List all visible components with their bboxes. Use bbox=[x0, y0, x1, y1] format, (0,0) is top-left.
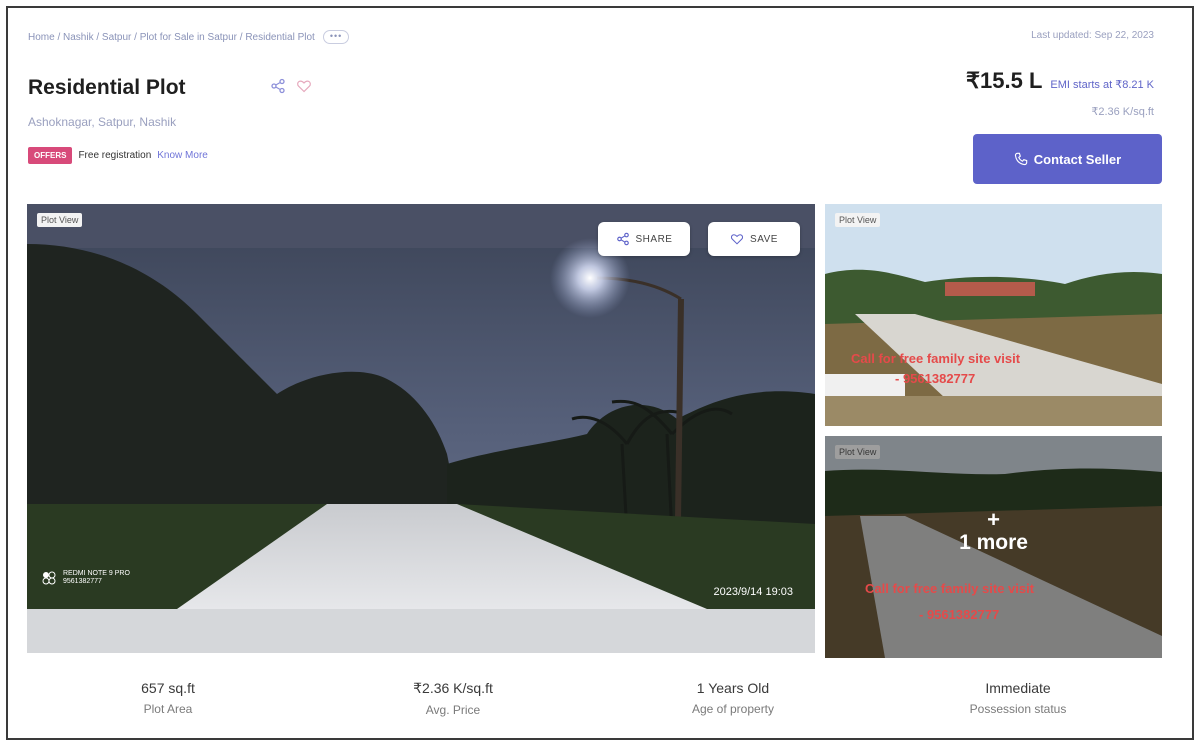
camera-watermark: REDMI NOTE 9 PRO 9561382777 bbox=[41, 570, 130, 586]
plot-view-tag: Plot View bbox=[835, 213, 881, 227]
more-plus: + bbox=[987, 507, 1000, 532]
stat-label: Plot Area bbox=[143, 702, 193, 716]
more-photos-count: 1 more bbox=[959, 531, 1028, 554]
title-actions bbox=[270, 78, 312, 94]
plot-view-tag: Plot View bbox=[37, 213, 83, 227]
promo-line-2: - 9561382777 bbox=[919, 607, 1000, 622]
locality: Ashoknagar, Satpur, Nashik bbox=[28, 115, 177, 129]
price: ₹15.5 L bbox=[966, 68, 1043, 93]
breadcrumb: Home / Nashik / Satpur / Plot for Sale i… bbox=[28, 30, 350, 44]
offer-text: Free registration bbox=[78, 150, 152, 161]
night-road-photo bbox=[27, 204, 815, 653]
share-button[interactable]: SHARE bbox=[598, 222, 690, 256]
stat-possession: Immediate Possession status bbox=[933, 680, 1103, 716]
promo-line-1: Call for free family site visit bbox=[865, 581, 1035, 596]
breadcrumb-path[interactable]: Home / Nashik / Satpur / Plot for Sale i… bbox=[28, 32, 315, 43]
stat-value: ₹2.36 K/sq.ft bbox=[413, 680, 493, 696]
phone-icon bbox=[1014, 152, 1028, 166]
share-label: SHARE bbox=[635, 233, 673, 245]
heart-icon bbox=[730, 234, 744, 245]
offers-badge: OFFERS bbox=[28, 147, 73, 164]
plot-road-photo bbox=[825, 204, 1162, 426]
know-more-link[interactable]: Know More bbox=[157, 150, 208, 161]
share-icon[interactable] bbox=[270, 78, 286, 94]
stat-value: 657 sq.ft bbox=[141, 680, 195, 696]
share-icon bbox=[616, 232, 629, 246]
photo-timestamp: 2023/9/14 19:03 bbox=[713, 586, 793, 598]
camera-logo-icon bbox=[42, 571, 56, 585]
stat-value: Immediate bbox=[985, 680, 1051, 696]
emi-link[interactable]: EMI starts at ₹8.21 K bbox=[1050, 78, 1154, 91]
stat-age: 1 Years Old Age of property bbox=[648, 680, 818, 716]
heart-icon[interactable] bbox=[296, 78, 312, 94]
side-photo-1[interactable]: Plot View Call for free family site visi… bbox=[825, 204, 1162, 426]
offers-row: OFFERS Free registration Know More bbox=[28, 147, 208, 164]
price-per-sqft: ₹2.36 K/sq.ft bbox=[1091, 106, 1154, 118]
price-block: ₹15.5 L EMI starts at ₹8.21 K bbox=[966, 68, 1154, 94]
watermark-phone: 9561382777 bbox=[63, 578, 102, 585]
contact-seller-label: Contact Seller bbox=[1033, 151, 1122, 167]
stat-value: 1 Years Old bbox=[696, 680, 770, 696]
last-updated: Last updated: Sep 22, 2023 bbox=[1031, 30, 1154, 41]
promo-line-1: Call for free family site visit bbox=[851, 351, 1021, 366]
page-title: Residential Plot bbox=[28, 76, 186, 99]
site-visit-promo: Call for free family site visit - 956138… bbox=[865, 576, 1034, 628]
stat-plot-area: 657 sq.ft Plot Area bbox=[88, 680, 248, 716]
contact-seller-button[interactable]: Contact Seller bbox=[973, 134, 1162, 184]
side-photo-2[interactable]: Plot View + 1 more Call for free family … bbox=[825, 436, 1162, 658]
save-button[interactable]: SAVE bbox=[708, 222, 800, 256]
main-photo[interactable]: Plot View SHARE SAVE REDMI NOTE 9 PRO 95… bbox=[27, 204, 815, 653]
save-label: SAVE bbox=[750, 233, 778, 245]
promo-line-2: - 9561382777 bbox=[895, 371, 976, 386]
breadcrumb-more-button[interactable]: ••• bbox=[322, 30, 350, 44]
stat-avg-price: ₹2.36 K/sq.ft Avg. Price bbox=[368, 680, 538, 717]
stat-label: Avg. Price bbox=[425, 703, 481, 717]
watermark-device: REDMI NOTE 9 PRO bbox=[63, 570, 130, 577]
stat-label: Age of property bbox=[691, 702, 775, 716]
stat-label: Possession status bbox=[969, 702, 1067, 716]
page-frame: Home / Nashik / Satpur / Plot for Sale i… bbox=[6, 6, 1194, 740]
site-visit-promo: Call for free family site visit - 956138… bbox=[851, 349, 1020, 389]
